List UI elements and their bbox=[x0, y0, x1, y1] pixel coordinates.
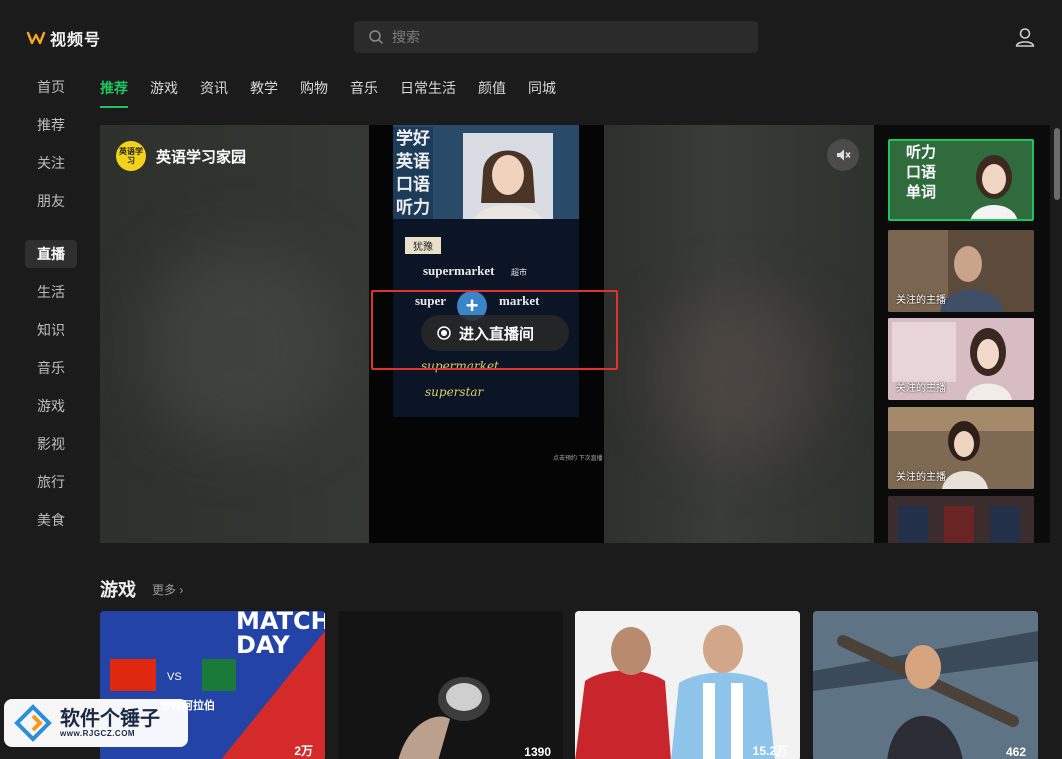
board-word: supermarket bbox=[423, 263, 495, 278]
video-title-text: 学好英语口语听力 bbox=[393, 127, 433, 219]
channels-logo-icon bbox=[26, 31, 46, 45]
sidebar-item-recommend[interactable]: 推荐 bbox=[25, 111, 77, 139]
more-label: 更多 bbox=[152, 583, 177, 597]
search-icon bbox=[369, 30, 383, 44]
watermark-logo-icon bbox=[14, 704, 52, 742]
thumb-title: 听力 口语 单词 bbox=[906, 144, 937, 201]
watermark-url: www.RJGCZ.COM bbox=[60, 728, 136, 738]
background-blur bbox=[140, 245, 340, 445]
app-title: 视频号 bbox=[50, 32, 102, 49]
live-room-thumb[interactable] bbox=[888, 496, 1034, 543]
live-player[interactable]: 英语学习 英语学习家园 学好英语口语听力 犹豫 supermarket 超市 s… bbox=[100, 125, 874, 543]
viewer-count: 15.2万 bbox=[752, 744, 788, 758]
sidebar-item-games[interactable]: 游戏 bbox=[25, 392, 77, 420]
board-word-part: market bbox=[499, 293, 540, 308]
card-art bbox=[813, 611, 1038, 759]
category-tabs: 推荐 游戏 资讯 教学 购物 音乐 日常生活 颜值 同城 bbox=[100, 78, 578, 108]
sidebar-item-home[interactable]: 首页 bbox=[25, 73, 77, 101]
scrollbar[interactable] bbox=[1054, 128, 1060, 200]
tab-music[interactable]: 音乐 bbox=[350, 78, 378, 108]
watermark-text: 软件个锤子 bbox=[60, 707, 160, 730]
tab-looks[interactable]: 颜值 bbox=[478, 78, 506, 108]
sidebar-item-film[interactable]: 影视 bbox=[25, 430, 77, 458]
top-bar: 视频号 bbox=[0, 0, 1062, 72]
sidebar-item-following[interactable]: 关注 bbox=[25, 149, 77, 177]
channel-name[interactable]: 英语学习家园 bbox=[156, 146, 246, 167]
board-scribble: superstar bbox=[425, 385, 484, 399]
live-room-list: 听力 口语 单词 关注的主播 关注的主播 关注的主播 bbox=[874, 125, 1050, 543]
user-icon[interactable] bbox=[1014, 26, 1036, 48]
sidebar-item-live[interactable]: 直播 bbox=[25, 240, 77, 268]
enter-live-label: 进入直播间 bbox=[459, 325, 535, 343]
live-room-thumb[interactable]: 关注的主播 bbox=[888, 230, 1034, 312]
live-dot-icon bbox=[437, 326, 451, 340]
card-art bbox=[338, 611, 563, 759]
tab-local[interactable]: 同城 bbox=[528, 78, 556, 108]
card-art bbox=[575, 611, 800, 759]
thumb-label: 关注的主播 bbox=[896, 295, 946, 306]
channel-info[interactable]: 英语学习 英语学习家园 bbox=[116, 141, 246, 171]
sidebar-item-travel[interactable]: 旅行 bbox=[25, 468, 77, 496]
live-room-thumb[interactable]: 关注的主播 bbox=[888, 407, 1034, 489]
mute-button[interactable] bbox=[827, 139, 859, 171]
thumb-label: 关注的主播 bbox=[896, 472, 946, 483]
muted-speaker-icon bbox=[837, 149, 851, 161]
site-watermark: 软件个锤子 www.RJGCZ.COM bbox=[4, 699, 188, 747]
app-logo[interactable]: 视频号 bbox=[26, 26, 101, 50]
game-card[interactable]: 1390 bbox=[338, 611, 563, 759]
background-blur bbox=[660, 295, 820, 455]
section-more-link[interactable]: 更多 › bbox=[152, 581, 183, 598]
enter-live-button[interactable]: 进入直播间 bbox=[421, 315, 569, 351]
sidebar-item-friends[interactable]: 朋友 bbox=[25, 187, 77, 215]
video-header: 学好英语口语听力 bbox=[393, 125, 579, 219]
search-input[interactable] bbox=[392, 29, 712, 45]
sidebar-item-life[interactable]: 生活 bbox=[25, 278, 77, 306]
sidebar-item-knowledge[interactable]: 知识 bbox=[25, 316, 77, 344]
reservation-hint[interactable]: 点击预约 下次直播 bbox=[553, 455, 603, 463]
search-bar[interactable] bbox=[354, 21, 758, 53]
streamer-figure bbox=[463, 133, 553, 219]
card-headline: MATCH DAY bbox=[236, 611, 325, 659]
tab-games[interactable]: 游戏 bbox=[150, 78, 178, 108]
board-word-translation: 超市 bbox=[511, 268, 527, 277]
board-scribble: supermarket bbox=[421, 359, 499, 373]
tab-daily-life[interactable]: 日常生活 bbox=[400, 78, 456, 108]
versus-label: VS bbox=[167, 671, 182, 683]
game-card[interactable]: 462 bbox=[813, 611, 1038, 759]
viewer-count: 2万 bbox=[294, 744, 313, 758]
thumb-art bbox=[888, 496, 1034, 543]
channel-avatar[interactable]: 英语学习 bbox=[116, 141, 146, 171]
thumb-label: 关注的主播 bbox=[896, 383, 946, 394]
tab-recommend[interactable]: 推荐 bbox=[100, 78, 128, 108]
board-tag: 犹豫 bbox=[405, 237, 441, 254]
tab-shopping[interactable]: 购物 bbox=[300, 78, 328, 108]
chevron-right-icon: › bbox=[179, 583, 184, 597]
tab-news[interactable]: 资讯 bbox=[200, 78, 228, 108]
section-title: 游戏 bbox=[100, 580, 136, 600]
board-word-part: super bbox=[415, 293, 447, 308]
viewer-count: 1390 bbox=[524, 745, 551, 759]
tab-teaching[interactable]: 教学 bbox=[250, 78, 278, 108]
sidebar-item-food[interactable]: 美食 bbox=[25, 506, 77, 534]
live-room-thumb[interactable]: 听力 口语 单词 bbox=[888, 139, 1034, 221]
live-room-thumb[interactable]: 关注的主播 bbox=[888, 318, 1034, 400]
game-card[interactable]: 15.2万 bbox=[575, 611, 800, 759]
sidebar-item-music[interactable]: 音乐 bbox=[25, 354, 77, 382]
viewer-count: 462 bbox=[1005, 745, 1026, 759]
